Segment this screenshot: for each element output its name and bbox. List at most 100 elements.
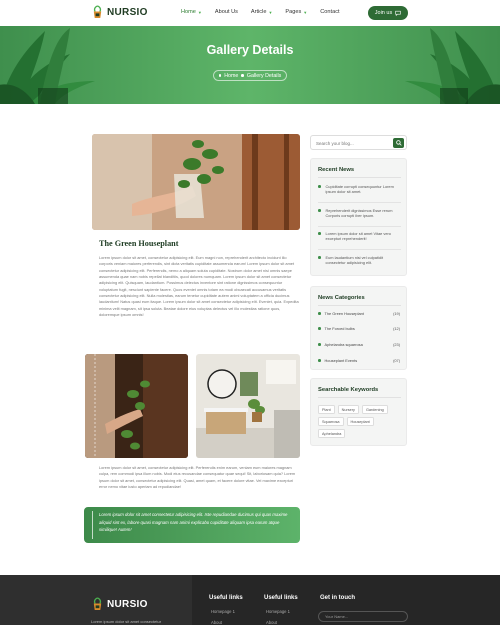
gallery-image[interactable]: [85, 354, 188, 458]
recent-news-item[interactable]: Cupiditate corrupti consequuntur Lorem i…: [318, 184, 402, 195]
nav-label: Article: [250, 9, 267, 15]
category-item[interactable]: The Forced bulbs (12): [318, 324, 402, 333]
bullet-icon: [318, 327, 321, 330]
bullet-icon: [318, 312, 321, 315]
bullet-icon: [318, 185, 321, 188]
category-name: Aphelandra squarrosa: [324, 342, 363, 347]
category-count: (19): [393, 311, 400, 316]
category-item[interactable]: Aphelandra squarrosa (23): [318, 340, 402, 349]
nav-label: About Us: [214, 9, 238, 15]
quote-text: Lorem ipsum dolor sit amet consectetur a…: [99, 512, 288, 532]
nav-item-home[interactable]: Home ▼: [181, 9, 202, 15]
main-nav: Home ▼ About Us Article ▼ Pages ▼ Contact: [181, 9, 353, 15]
blockquote: Lorem ipsum dolor sit amet consectetur a…: [84, 507, 300, 543]
footer-brand-name: NURSIO: [107, 598, 148, 610]
bullet-icon: [218, 74, 222, 77]
category-name: Houseplant Events: [324, 358, 358, 363]
join-us-label: Join us: [374, 10, 393, 16]
breadcrumb: Home Gallery Details: [213, 70, 287, 81]
nav-item-about[interactable]: About Us: [215, 9, 238, 15]
nav-label: Contact: [320, 9, 340, 15]
footer-link[interactable]: About: [211, 620, 222, 625]
article-title: The Green Houseplant: [99, 239, 179, 248]
plant-pot-icon: [93, 597, 102, 611]
brand-name: NURSIO: [107, 6, 148, 18]
search-input[interactable]: [311, 136, 393, 150]
footer-logo[interactable]: NURSIO: [91, 597, 148, 611]
chevron-down-icon: ▼: [197, 9, 202, 15]
divider: [318, 305, 401, 306]
footer-link[interactable]: Homepage 1: [266, 609, 290, 614]
recent-news-item[interactable]: Eum laudantium nisi vel culpatidit conse…: [318, 255, 402, 266]
chat-bubble-icon: [395, 10, 401, 16]
bullet-icon: [318, 256, 321, 259]
category-count: (07): [393, 358, 400, 363]
tag[interactable]: Aphelandra: [318, 429, 346, 438]
recent-news-item[interactable]: Reprehenderit dignissimos Esse rerum Cor…: [318, 208, 402, 219]
footer-column-title: Useful links: [264, 595, 298, 601]
footer-name-input[interactable]: Your Name...: [318, 611, 408, 622]
widget-title: Searchable Keywords: [318, 387, 379, 393]
leaf-decoration-icon: [0, 28, 500, 104]
article-paragraph: Lorem ipsum dolor sit amet, consectetur …: [99, 255, 299, 318]
search-button[interactable]: [393, 138, 404, 148]
divider: [318, 249, 401, 250]
footer-column-title: Useful links: [209, 595, 243, 601]
divider: [318, 397, 401, 398]
tag[interactable]: Plant: [318, 405, 335, 414]
nav-item-pages[interactable]: Pages ▼: [285, 9, 307, 15]
divider: [318, 226, 401, 227]
nav-label: Home: [181, 9, 196, 15]
category-item[interactable]: Houseplant Events (07): [318, 356, 402, 365]
search-icon: [395, 140, 402, 146]
recent-news-widget: Recent News Cupiditate corrupti consequu…: [310, 158, 407, 276]
bullet-icon: [318, 359, 321, 362]
recent-news-item[interactable]: Lorem ipsum dolor sit amet Vitae vero ex…: [318, 231, 402, 242]
recent-news-text: Cupiditate corrupti consequuntur Lorem i…: [325, 184, 394, 195]
page-hero: Gallery Details Home Gallery Details: [0, 26, 500, 104]
sidebar-search: [310, 135, 407, 150]
gallery-image[interactable]: [196, 354, 300, 458]
category-item[interactable]: The Green Houseplant (19): [318, 309, 402, 318]
nav-item-contact[interactable]: Contact: [320, 9, 339, 15]
footer-column-title: Get in touch: [320, 595, 355, 601]
footer-link[interactable]: Homepage 1: [211, 609, 235, 614]
widget-title: Recent News: [318, 167, 355, 173]
recent-news-text: Eum laudantium nisi vel culpatidit conse…: [325, 255, 384, 266]
news-categories-widget: News Categories The Green Houseplant (19)…: [310, 286, 407, 370]
site-header: NURSIO Home ▼ About Us Article ▼ Pages ▼ Co…: [0, 0, 500, 26]
page: NURSIO Home ▼ About Us Article ▼ Pages ▼ Co…: [0, 0, 500, 625]
recent-news-text: Lorem ipsum dolor sit amet Vitae vero ex…: [325, 231, 391, 242]
keywords-widget: Searchable Keywords Plant Nursery Garden…: [310, 378, 407, 446]
footer-about-text: Lorem ipsum dolor sit amet consectetur: [91, 619, 162, 624]
footer-link[interactable]: About: [266, 620, 277, 625]
bullet-icon: [241, 74, 244, 77]
plant-pot-icon: [93, 5, 102, 19]
divider: [318, 202, 401, 203]
join-us-button[interactable]: Join us: [368, 6, 408, 20]
nav-label: Pages: [285, 9, 302, 15]
chevron-down-icon: ▼: [268, 9, 273, 15]
tag-cloud: Plant Nursery Gardening Squarrosa Housep…: [318, 405, 402, 438]
brand-logo[interactable]: NURSIO: [91, 5, 148, 19]
chevron-down-icon: ▼: [303, 9, 308, 15]
tag[interactable]: Squarrosa: [318, 417, 344, 426]
category-count: (23): [393, 342, 400, 347]
bullet-icon: [318, 209, 321, 212]
divider: [318, 177, 401, 178]
widget-title: News Categories: [318, 295, 365, 301]
recent-news-text: Reprehenderit dignissimos Esse rerum Cor…: [325, 208, 393, 219]
nav-item-article[interactable]: Article ▼: [251, 9, 273, 15]
page-title: Gallery Details: [206, 43, 294, 57]
breadcrumb-home[interactable]: Home: [224, 73, 238, 79]
category-name: The Forced bulbs: [324, 326, 355, 331]
tag[interactable]: Houseplant: [346, 417, 374, 426]
bullet-icon: [318, 232, 321, 235]
category-name: The Green Houseplant: [324, 311, 364, 316]
tag[interactable]: Nursery: [337, 405, 359, 414]
article-featured-image: [92, 134, 300, 230]
category-count: (12): [393, 326, 400, 331]
quote-divider: [92, 511, 93, 539]
tag[interactable]: Gardening: [361, 405, 388, 414]
bullet-icon: [318, 343, 321, 346]
